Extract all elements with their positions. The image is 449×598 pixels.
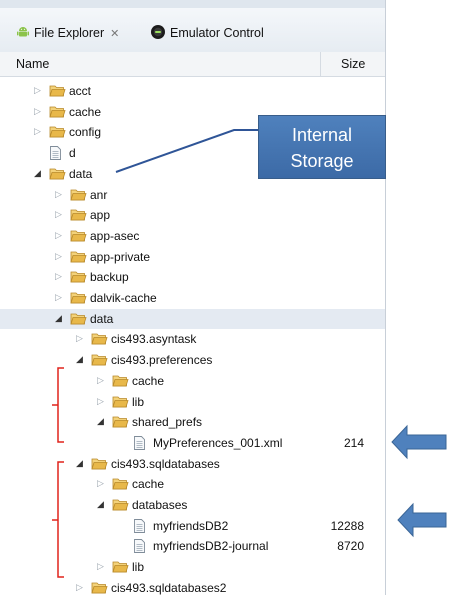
annotation-overlay — [52, 129, 447, 578]
preferences-bracket — [52, 367, 64, 443]
left-arrow-icon — [391, 424, 447, 460]
callout-leader-line — [115, 129, 258, 173]
sqldatabases-bracket — [52, 461, 64, 578]
left-arrow-icon — [397, 502, 447, 538]
